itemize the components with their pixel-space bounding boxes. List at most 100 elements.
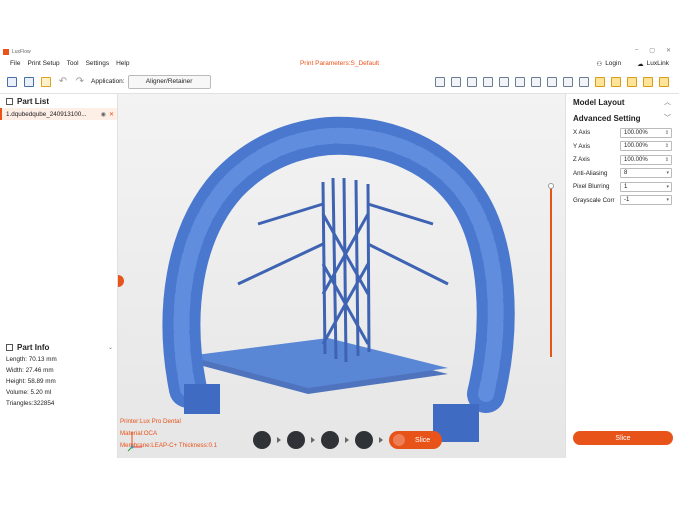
layout-icon[interactable] [531, 77, 541, 87]
dental-model[interactable] [118, 94, 565, 458]
view-left-icon[interactable] [627, 77, 637, 87]
pixel-blurring-label: Pixel Blurring [573, 183, 610, 191]
application-label: Application: [91, 78, 125, 85]
advanced-setting-header[interactable]: Advanced Setting ﹀ [566, 110, 679, 126]
luxlink-label: LuxLink [646, 60, 669, 67]
measure-icon[interactable] [547, 77, 557, 87]
dropdown-icon[interactable]: ▾ [666, 170, 669, 176]
view-back-icon[interactable] [611, 77, 621, 87]
y-axis-row: Y Axis 100.00% ⇕ [566, 140, 679, 154]
main-menu: File Print Setup Tool Settings Help [0, 60, 129, 67]
luxlink-link[interactable]: ☁ LuxLink [637, 60, 669, 68]
workflow-steps: Slice [253, 431, 443, 449]
stepper-icon[interactable]: ⇕ [665, 143, 669, 149]
part-info-title: Part Info [17, 342, 50, 352]
menu-tool[interactable]: Tool [67, 60, 79, 67]
import-icon[interactable] [7, 76, 17, 87]
info-triangles: Triangles:322854 [6, 400, 55, 407]
3d-viewport[interactable]: Printer:Lux Pro Dental Material:OCA Memb… [118, 94, 565, 458]
right-panel: Model Layout ︿ Advanced Setting ﹀ X Axis… [565, 94, 679, 458]
menu-file[interactable]: File [10, 60, 20, 67]
part-name: 1.dqubedqube_240913100... [6, 110, 87, 118]
pixel-blurring-select[interactable]: 1 ▾ [620, 181, 672, 192]
x-axis-row: X Axis 100.00% ⇕ [566, 126, 679, 140]
y-axis-value: 100.00% [624, 143, 648, 150]
anti-aliasing-row: Anti-Aliasing 8 ▾ [566, 167, 679, 181]
x-axis-value: 100.00% [624, 129, 648, 136]
part-list-header: Part List [0, 94, 117, 108]
window-controls: – ▢ ✕ [635, 47, 671, 54]
export-icon[interactable] [24, 76, 34, 87]
material-label: Material:OCA [120, 430, 158, 437]
workflow-slice-label: Slice [415, 436, 431, 444]
cut-icon[interactable] [563, 77, 573, 87]
scale-icon[interactable] [467, 77, 477, 87]
grayscale-corr-value: -1 [624, 197, 630, 204]
menu-settings[interactable]: Settings [86, 60, 110, 67]
close-window-button[interactable]: ✕ [666, 47, 671, 54]
step-support-icon[interactable] [321, 431, 339, 449]
hollow-icon[interactable] [499, 77, 509, 87]
app-window: LuxFlow – ▢ ✕ File Print Setup Tool Sett… [0, 46, 679, 458]
slice-button[interactable]: Slice [573, 431, 673, 445]
redo-icon[interactable]: ↷ [75, 76, 85, 87]
step-arrow-icon [379, 437, 383, 443]
stepper-icon[interactable]: ⇕ [665, 130, 669, 136]
remove-part-icon[interactable]: ✕ [109, 111, 114, 118]
grayscale-corr-label: Grayscale Corr [573, 196, 615, 204]
dropdown-icon[interactable]: ▾ [666, 197, 669, 203]
collapse-icon[interactable]: ⌄ [108, 344, 113, 351]
layer-slider-handle[interactable] [548, 183, 554, 189]
save-icon[interactable] [41, 76, 51, 87]
main-toolbar: ↶ ↷ Application: Aligner/Retainer [0, 70, 679, 94]
x-axis-field[interactable]: 100.00% ⇕ [620, 127, 672, 138]
view-front-icon[interactable] [595, 77, 605, 87]
visibility-icon[interactable]: ◉ [101, 111, 106, 118]
stepper-icon[interactable]: ⇕ [665, 157, 669, 163]
rotate-icon[interactable] [451, 77, 461, 87]
chevron-down-icon[interactable]: ﹀ [664, 113, 671, 123]
maximize-button[interactable]: ▢ [649, 47, 655, 54]
print-info: Printer:Lux Pro Dental Material:OCA Memb… [120, 416, 217, 452]
z-axis-row: Z Axis 100.00% ⇕ [566, 153, 679, 167]
support-icon[interactable] [515, 77, 525, 87]
grayscale-corr-row: Grayscale Corr -1 ▾ [566, 194, 679, 208]
info-length: Length: 70.13 mm [6, 356, 57, 363]
undo-icon[interactable]: ↶ [58, 76, 68, 87]
y-axis-field[interactable]: 100.00% ⇕ [620, 141, 672, 152]
layer-slider[interactable] [550, 187, 552, 357]
menu-print-setup[interactable]: Print Setup [27, 60, 59, 67]
login-link[interactable]: ⚇ Login [596, 60, 621, 68]
z-axis-field[interactable]: 100.00% ⇕ [620, 154, 672, 165]
move-icon[interactable] [435, 77, 445, 87]
step-layout-icon[interactable] [355, 431, 373, 449]
x-axis-label: X Axis [573, 129, 591, 137]
mirror-icon[interactable] [483, 77, 493, 87]
step-orient-icon[interactable] [287, 431, 305, 449]
view-right-icon[interactable] [643, 77, 653, 87]
repair-icon[interactable] [579, 77, 589, 87]
workflow-slice-button[interactable]: Slice [389, 431, 443, 449]
menu-help[interactable]: Help [116, 60, 129, 67]
user-icon: ⚇ [596, 60, 603, 68]
grayscale-corr-select[interactable]: -1 ▾ [620, 195, 672, 206]
advanced-setting-title: Advanced Setting [573, 113, 641, 123]
minimize-button[interactable]: – [635, 47, 638, 54]
part-list-item[interactable]: 1.dqubedqube_240913100... ◉ ✕ [0, 108, 117, 120]
y-axis-label: Y Axis [573, 142, 591, 150]
view-top-icon[interactable] [659, 77, 669, 87]
chevron-up-icon[interactable]: ︿ [664, 97, 671, 107]
z-axis-label: Z Axis [573, 156, 590, 164]
part-info-section: Part Info ⌄ Length: 70.13 mm Width: 27.4… [0, 340, 118, 409]
z-axis-value: 100.00% [624, 156, 648, 163]
info-width: Width: 27.46 mm [6, 367, 54, 374]
login-label: Login [605, 60, 622, 67]
application-select[interactable]: Aligner/Retainer [127, 74, 211, 89]
step-import-icon[interactable] [253, 431, 271, 449]
anti-aliasing-select[interactable]: 8 ▾ [620, 168, 672, 179]
dropdown-icon[interactable]: ▾ [666, 184, 669, 190]
account-area: ⚇ Login ☁ LuxLink [596, 60, 669, 68]
app-title: LuxFlow [12, 48, 31, 55]
info-height: Height: 58.89 mm [6, 378, 56, 385]
model-layout-header[interactable]: Model Layout ︿ [566, 94, 679, 110]
